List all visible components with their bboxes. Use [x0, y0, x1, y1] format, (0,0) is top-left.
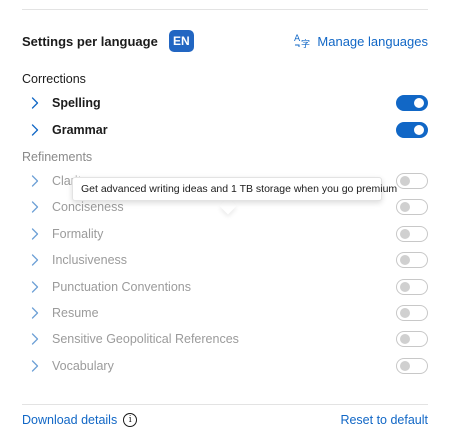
chevron-right-icon[interactable] [28, 306, 42, 320]
setting-label-spelling: Spelling [52, 96, 101, 110]
setting-row-formality[interactable]: Formality [22, 221, 428, 247]
toggle-knob [400, 255, 410, 266]
toggle-clarity[interactable] [396, 173, 428, 189]
toggle-vocabulary[interactable] [396, 357, 428, 374]
manage-languages-label: Manage languages [317, 33, 428, 49]
toggle-knob [400, 281, 410, 292]
toggle-sensitive-geopolitical-references[interactable] [396, 331, 428, 348]
chevron-right-icon[interactable] [28, 332, 42, 346]
toggle-resume[interactable] [396, 305, 428, 321]
setting-label-conciseness: Conciseness [52, 200, 124, 215]
setting-row-grammar[interactable]: Grammar [22, 117, 428, 143]
setting-label-sensitive-geopolitical-references: Sensitive Geopolitical References [52, 332, 239, 347]
toggle-knob [400, 334, 410, 345]
setting-row-sensitive-geopolitical-references[interactable]: Sensitive Geopolitical References [22, 326, 428, 352]
chevron-right-icon[interactable] [28, 96, 42, 110]
top-divider [22, 9, 428, 10]
toggle-grammar[interactable] [396, 121, 428, 138]
reset-to-default-label: Reset to default [340, 413, 428, 427]
toggle-spelling[interactable] [396, 95, 428, 111]
translate-icon: A 字 [294, 32, 317, 51]
toggle-knob [400, 228, 410, 239]
setting-row-punctuation-conventions[interactable]: Punctuation Conventions [22, 274, 428, 300]
setting-label-inclusiveness: Inclusiveness [52, 253, 128, 268]
setting-row-inclusiveness[interactable]: Inclusiveness [22, 247, 428, 273]
setting-label-grammar: Grammar [52, 122, 108, 137]
reset-to-default-button[interactable]: Reset to default [340, 413, 428, 427]
language-badge[interactable]: EN [168, 30, 194, 52]
svg-text:字: 字 [301, 38, 310, 48]
setting-label-punctuation-conventions: Punctuation Conventions [52, 279, 191, 294]
setting-label-formality: Formality [52, 226, 104, 241]
svg-text:A: A [294, 34, 301, 44]
toggle-conciseness[interactable] [396, 199, 428, 216]
toggle-knob [400, 176, 410, 186]
footer: Download details i Reset to default [22, 410, 428, 430]
bottom-divider [22, 404, 428, 405]
download-details-label: Download details [22, 413, 118, 427]
toggle-inclusiveness[interactable] [396, 252, 428, 269]
chevron-right-icon[interactable] [28, 174, 42, 188]
chevron-right-icon[interactable] [28, 280, 42, 294]
setting-label-resume: Resume [52, 306, 99, 320]
setting-label-vocabulary: Vocabulary [52, 358, 114, 373]
toggle-knob [414, 98, 424, 108]
setting-row-vocabulary[interactable]: Vocabulary [22, 353, 428, 379]
settings-title: Settings per language [22, 33, 158, 49]
premium-tooltip: Get advanced writing ideas and 1 TB stor… [72, 177, 397, 201]
toggle-knob [400, 308, 410, 318]
setting-row-spelling[interactable]: Spelling [22, 90, 428, 116]
setting-row-resume[interactable]: Resume [22, 300, 428, 326]
chevron-right-icon[interactable] [28, 227, 42, 241]
chevron-right-icon[interactable] [28, 253, 42, 267]
manage-languages-link[interactable]: A 字 Manage languages [294, 32, 428, 51]
chevron-right-icon[interactable] [28, 200, 42, 214]
download-details-link[interactable]: Download details i [22, 413, 138, 427]
toggle-knob [414, 124, 424, 135]
corrections-heading: Corrections [22, 72, 86, 86]
info-icon[interactable]: i [123, 413, 138, 427]
toggle-formality[interactable] [396, 225, 428, 242]
premium-tooltip-text: Get advanced writing ideas and 1 TB stor… [81, 183, 398, 195]
chevron-right-icon[interactable] [28, 123, 42, 137]
refinements-heading: Refinements [22, 150, 93, 164]
toggle-knob [400, 202, 410, 213]
toggle-knob [400, 360, 410, 371]
chevron-right-icon[interactable] [28, 359, 42, 373]
toggle-punctuation-conventions[interactable] [396, 278, 428, 295]
settings-header: Settings per language EN A 字 Manage lang… [22, 28, 428, 54]
